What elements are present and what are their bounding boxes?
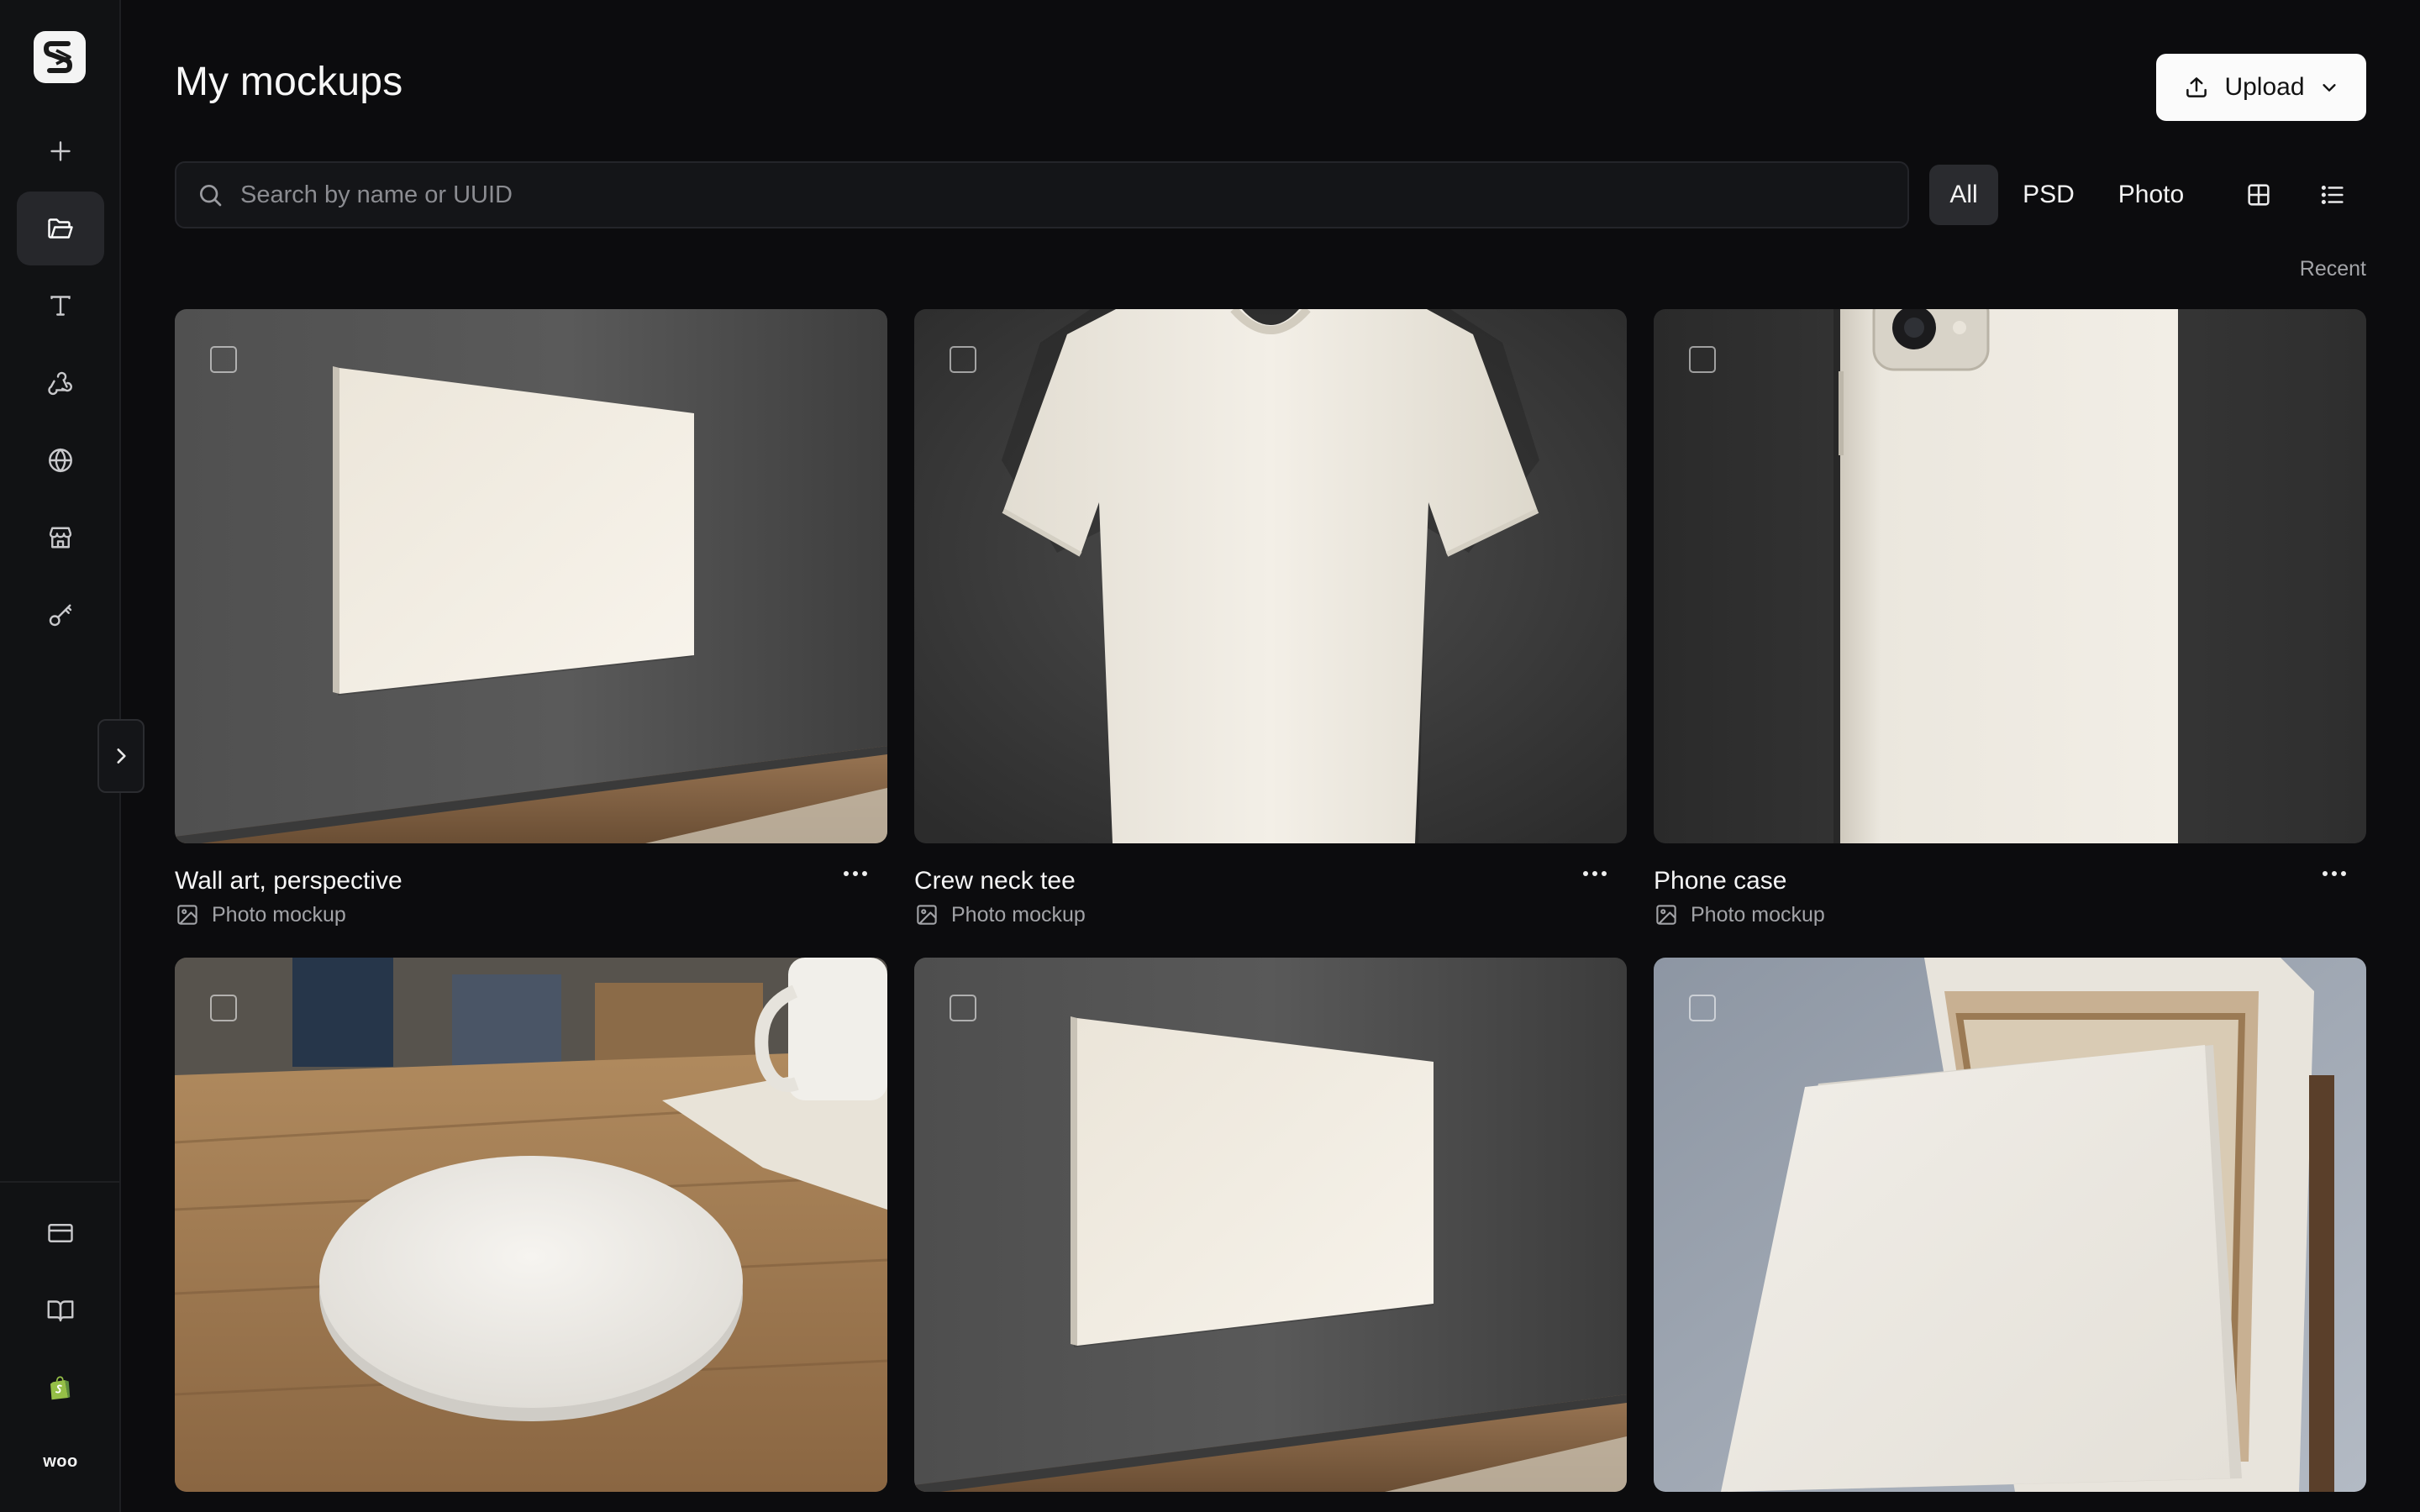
tshirt-image	[914, 309, 1627, 843]
select-checkbox[interactable]	[1689, 346, 1716, 373]
sidebar-item-webhooks[interactable]	[17, 346, 104, 420]
webhook-icon	[48, 371, 72, 396]
search-input[interactable]	[240, 181, 1837, 209]
app-logo[interactable]	[34, 31, 86, 83]
store-icon	[49, 527, 72, 549]
sidebar-item-text[interactable]	[17, 269, 104, 343]
sidebar-item-api-keys[interactable]	[17, 578, 104, 652]
filter-psd[interactable]: PSD	[2013, 165, 2084, 225]
image-icon	[1656, 905, 1676, 925]
woo-icon: woo	[43, 1452, 78, 1471]
type-icon	[50, 296, 71, 316]
expand-sidebar-button[interactable]	[97, 719, 145, 793]
coaster-image	[175, 958, 887, 1492]
more-options-button[interactable]	[834, 860, 877, 887]
filter-all[interactable]: All	[1929, 165, 1998, 225]
image-icon	[177, 905, 197, 925]
more-options-button[interactable]	[2312, 860, 2356, 887]
key-icon	[49, 604, 72, 627]
select-checkbox[interactable]	[950, 995, 976, 1021]
mockup-type: Photo mockup	[175, 902, 346, 927]
select-checkbox[interactable]	[1689, 995, 1716, 1021]
upload-button[interactable]: Upload	[2156, 54, 2366, 121]
globe-icon	[49, 448, 72, 473]
select-checkbox[interactable]	[950, 346, 976, 373]
mockup-card[interactable]: Crew neck tee Photo mockup	[914, 309, 1627, 927]
mockup-card[interactable]	[914, 958, 1627, 1492]
sidebar-item-shopify[interactable]	[17, 1351, 104, 1425]
sort-dropdown[interactable]: Recent	[2269, 257, 2366, 281]
upload-label: Upload	[2224, 73, 2305, 101]
sidebar-item-store[interactable]	[17, 501, 104, 575]
select-checkbox[interactable]	[210, 995, 237, 1021]
sidebar-item-docs[interactable]	[17, 1273, 104, 1347]
wall-art-image	[914, 958, 1627, 1492]
page-title: My mockups	[175, 60, 403, 104]
plus-icon	[50, 141, 71, 161]
grid-icon	[2248, 184, 2270, 206]
mockup-type: Photo mockup	[1654, 902, 1825, 927]
mockup-title[interactable]: Crew neck tee	[914, 867, 1076, 895]
image-icon	[917, 905, 937, 925]
grid-view-button[interactable]	[2228, 165, 2289, 225]
mockup-thumbnail[interactable]	[914, 958, 1627, 1492]
mockup-card[interactable]: Wall art, perspective Photo mockup	[175, 309, 887, 927]
mockup-thumbnail[interactable]	[175, 309, 887, 843]
shopify-icon	[50, 1376, 71, 1400]
mockup-card[interactable]	[175, 958, 887, 1492]
mockup-title[interactable]: Wall art, perspective	[175, 867, 402, 895]
filter-photo[interactable]: Photo	[2107, 165, 2195, 225]
credit-card-icon	[48, 1224, 73, 1242]
mockup-card[interactable]	[1654, 958, 2366, 1492]
mockup-type-label: Photo mockup	[212, 902, 346, 927]
phone-case-image	[1654, 309, 2366, 843]
mockup-type-label: Photo mockup	[1691, 902, 1825, 927]
sidebar-item-mockups[interactable]	[17, 192, 104, 265]
wall-art-image	[175, 309, 887, 843]
select-checkbox[interactable]	[210, 346, 237, 373]
logo-icon	[43, 41, 73, 73]
sidebar-item-woocommerce[interactable]: woo	[17, 1425, 104, 1499]
sidebar-divider	[0, 1181, 119, 1183]
mockup-card[interactable]: Phone case Photo mockup	[1654, 309, 2366, 927]
mockup-thumbnail[interactable]	[1654, 958, 2366, 1492]
search-bar	[175, 161, 1909, 228]
mockup-thumbnail[interactable]	[914, 309, 1627, 843]
upload-icon	[2186, 77, 2207, 97]
canvas-easel-image	[1654, 958, 2366, 1492]
more-options-button[interactable]	[1573, 860, 1617, 887]
sidebar-item-integrations[interactable]	[17, 423, 104, 497]
mockup-thumbnail[interactable]	[175, 958, 887, 1492]
mockup-title[interactable]: Phone case	[1654, 867, 1786, 895]
book-open-icon	[47, 1300, 74, 1322]
folder-open-icon	[48, 218, 73, 239]
sidebar-item-billing[interactable]	[17, 1196, 104, 1270]
mockup-thumbnail[interactable]	[1654, 309, 2366, 843]
mockup-type: Photo mockup	[914, 902, 1086, 927]
list-view-button[interactable]	[2302, 165, 2363, 225]
app-window: woo My mockups Upload All PSD Photo	[0, 0, 2420, 1512]
list-icon	[2321, 185, 2344, 205]
chevron-down-icon	[2322, 84, 2336, 92]
mockup-type-label: Photo mockup	[951, 902, 1086, 927]
search-icon	[200, 185, 222, 207]
sidebar-item-new[interactable]	[17, 114, 104, 188]
chevron-right-icon	[117, 748, 126, 764]
